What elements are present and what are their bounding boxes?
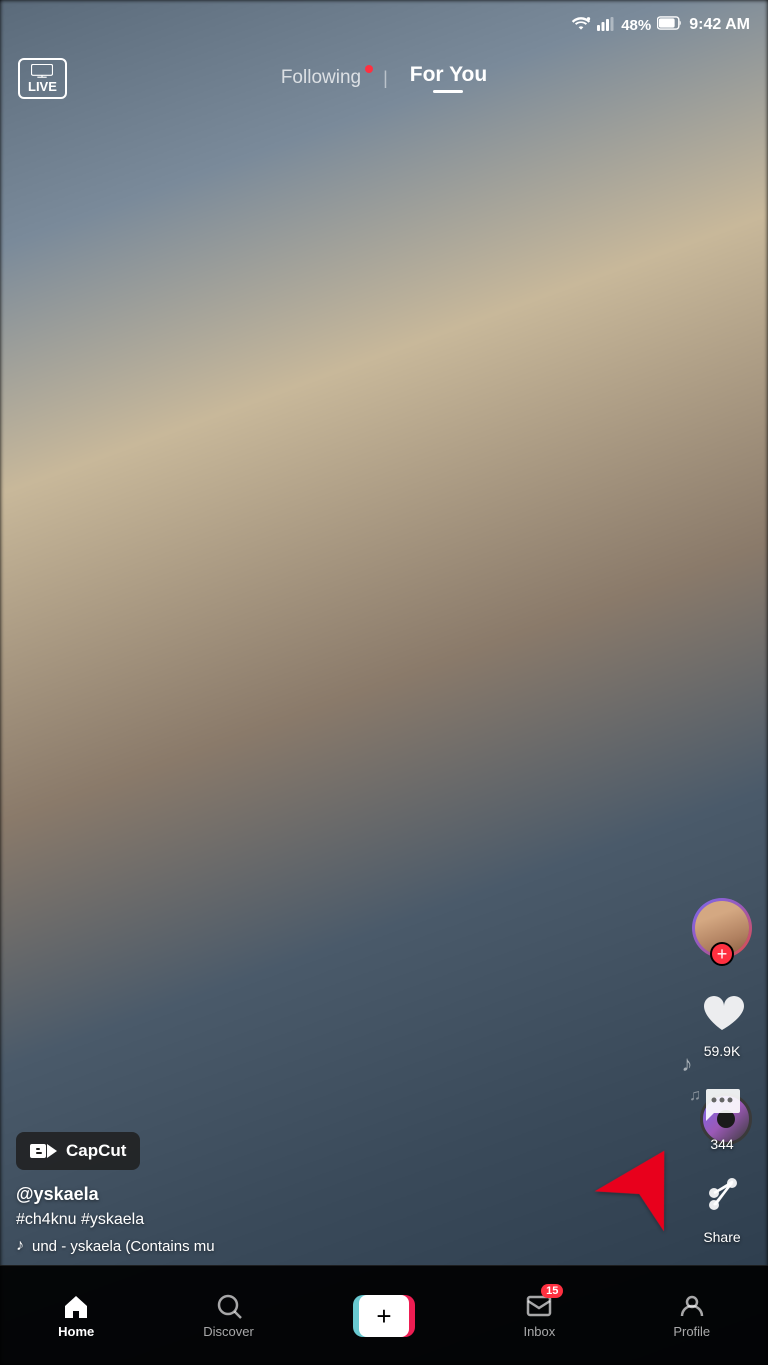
nav-inbox[interactable]: 15 Inbox	[499, 1286, 579, 1345]
inbox-label: Inbox	[523, 1324, 555, 1339]
nav-discover[interactable]: Discover	[189, 1286, 269, 1345]
nav-divider: |	[383, 68, 388, 89]
plus-icon: +	[376, 1303, 391, 1329]
bottom-navigation: Home Discover + 15 Inbox	[0, 1265, 768, 1365]
share-icon	[696, 1172, 748, 1224]
capcut-logo-icon	[30, 1140, 58, 1162]
create-button[interactable]: +	[353, 1295, 415, 1337]
capcut-badge[interactable]: CapCut	[16, 1132, 140, 1170]
top-navigation: LIVE Following | For You	[0, 50, 768, 106]
follow-plus-button[interactable]: +	[710, 942, 734, 966]
live-button[interactable]: LIVE	[18, 58, 67, 99]
comment-icon	[696, 1079, 748, 1131]
profile-icon	[678, 1292, 706, 1320]
following-tab[interactable]: Following	[281, 67, 361, 89]
live-label: LIVE	[28, 80, 57, 93]
heart-icon	[696, 986, 748, 1038]
status-bar: 48% 9:42 AM	[0, 0, 768, 50]
share-button[interactable]: Share	[696, 1172, 748, 1245]
capcut-label: CapCut	[66, 1141, 126, 1161]
profile-label: Profile	[673, 1324, 710, 1339]
video-hashtags[interactable]: #ch4knu #yskaela	[16, 1211, 678, 1229]
discover-label: Discover	[203, 1324, 254, 1339]
nav-create[interactable]: +	[341, 1289, 427, 1343]
home-icon	[62, 1292, 90, 1320]
song-title: und - yskaela (Contains mu	[32, 1238, 215, 1255]
comment-count: 344	[710, 1136, 733, 1152]
inbox-icon-container: 15	[525, 1292, 553, 1320]
wifi-icon	[571, 16, 591, 35]
music-note-icon: ♪	[16, 1237, 24, 1255]
creator-username[interactable]: @yskaela	[16, 1184, 678, 1205]
share-label: Share	[703, 1229, 740, 1245]
music-info[interactable]: ♪ und - yskaela (Contains mu	[16, 1237, 678, 1255]
signal-icon	[597, 17, 615, 34]
right-action-bar: + 59.9K 344	[692, 898, 752, 1245]
home-label: Home	[58, 1324, 94, 1339]
nav-home[interactable]: Home	[36, 1286, 116, 1345]
comment-button[interactable]: 344	[696, 1079, 748, 1152]
battery-percent: 48%	[621, 17, 651, 34]
nav-profile[interactable]: Profile	[652, 1286, 732, 1345]
music-note-1: ♪	[682, 1051, 693, 1077]
nav-tabs: Following | For You	[281, 63, 487, 93]
like-button[interactable]: 59.9K	[696, 986, 748, 1059]
following-notification-dot	[365, 65, 373, 73]
battery-icon	[657, 16, 683, 35]
creator-avatar[interactable]: +	[692, 898, 752, 958]
video-info-panel: CapCut @yskaela #ch4knu #yskaela ♪ und -…	[16, 1132, 678, 1255]
like-count: 59.9K	[704, 1043, 741, 1059]
inbox-badge-count: 15	[541, 1284, 563, 1298]
for-you-tab[interactable]: For You	[410, 63, 487, 93]
discover-icon	[215, 1292, 243, 1320]
time-display: 9:42 AM	[689, 16, 750, 34]
